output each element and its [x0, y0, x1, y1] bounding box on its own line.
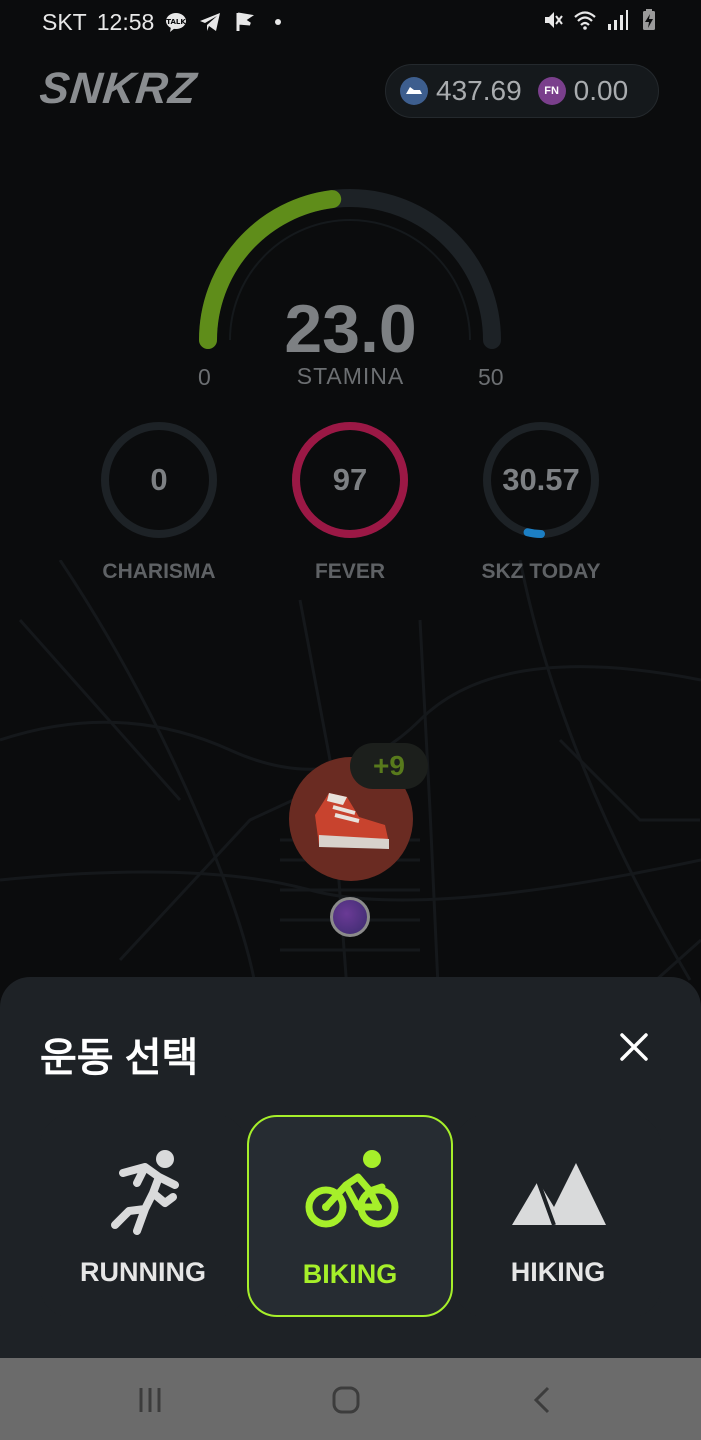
- charisma-value: 0: [150, 462, 168, 497]
- svg-text:TALK: TALK: [167, 18, 187, 26]
- telegram-icon: [200, 13, 221, 31]
- hiking-icon: [512, 1163, 606, 1226]
- kakaotalk-icon: TALK: [166, 13, 187, 32]
- carrier-label: SKT: [42, 8, 87, 35]
- sheet-title: 운동 선택: [40, 1036, 199, 1080]
- charisma-stat[interactable]: 0 CHARISMA: [59, 420, 259, 600]
- system-nav-bar: [0, 1358, 701, 1440]
- clock: 12:58: [96, 8, 155, 35]
- close-icon[interactable]: [612, 1025, 656, 1069]
- exercise-select-sheet: 운동 선택 RUNNING BIKING HIKING: [0, 977, 701, 1360]
- battery-charging-icon: [643, 9, 655, 30]
- activity-hiking[interactable]: HIKING: [455, 1115, 661, 1317]
- activity-running[interactable]: RUNNING: [40, 1115, 246, 1317]
- snk-balance: 437.69: [436, 75, 522, 106]
- stamina-label: STAMINA: [296, 363, 405, 389]
- activity-biking-label: BIKING: [302, 1259, 398, 1289]
- activity-biking[interactable]: BIKING: [247, 1115, 453, 1317]
- skz-today-stat[interactable]: 30.57 SKZ TODAY: [441, 420, 641, 600]
- fever-value: 97: [332, 462, 368, 497]
- balance-pill[interactable]: 437.69 FN 0.00: [385, 64, 659, 118]
- flag-icon: [236, 12, 255, 31]
- stamina-min: 0: [198, 364, 211, 390]
- signal-icon: [608, 10, 628, 30]
- marker-badge: +9: [350, 743, 428, 789]
- charisma-label: CHARISMA: [102, 560, 216, 583]
- activity-running-label: RUNNING: [80, 1257, 206, 1287]
- dot-icon: [275, 19, 282, 25]
- status-bar: SKT 12:58 TALK: [0, 0, 701, 44]
- fnz-coin-icon: FN: [537, 77, 566, 105]
- wifi-icon: [574, 11, 596, 30]
- fever-label: FEVER: [314, 560, 385, 583]
- skz-today-label: SKZ TODAY: [481, 560, 601, 583]
- biking-icon: [305, 1150, 399, 1228]
- recent-apps-icon[interactable]: [130, 1380, 170, 1420]
- back-icon[interactable]: [522, 1380, 562, 1420]
- app-logo: SNKRZ: [37, 64, 200, 113]
- current-location-icon: [330, 897, 370, 937]
- app-screen: SKT 12:58 TALK SNKRZ 437.69 FN 0.00 23.0…: [0, 0, 701, 1440]
- stamina-max: 50: [478, 364, 504, 390]
- fnz-balance: 0.00: [573, 75, 629, 106]
- activity-hiking-label: HIKING: [510, 1257, 606, 1287]
- snk-coin-icon: [400, 77, 428, 105]
- mute-icon: [545, 12, 563, 28]
- running-icon: [111, 1150, 179, 1235]
- home-icon[interactable]: [326, 1380, 366, 1420]
- skz-today-value: 30.57: [502, 462, 580, 497]
- fever-stat[interactable]: 97 FEVER: [250, 420, 450, 600]
- stamina-value: 23.0: [284, 291, 417, 367]
